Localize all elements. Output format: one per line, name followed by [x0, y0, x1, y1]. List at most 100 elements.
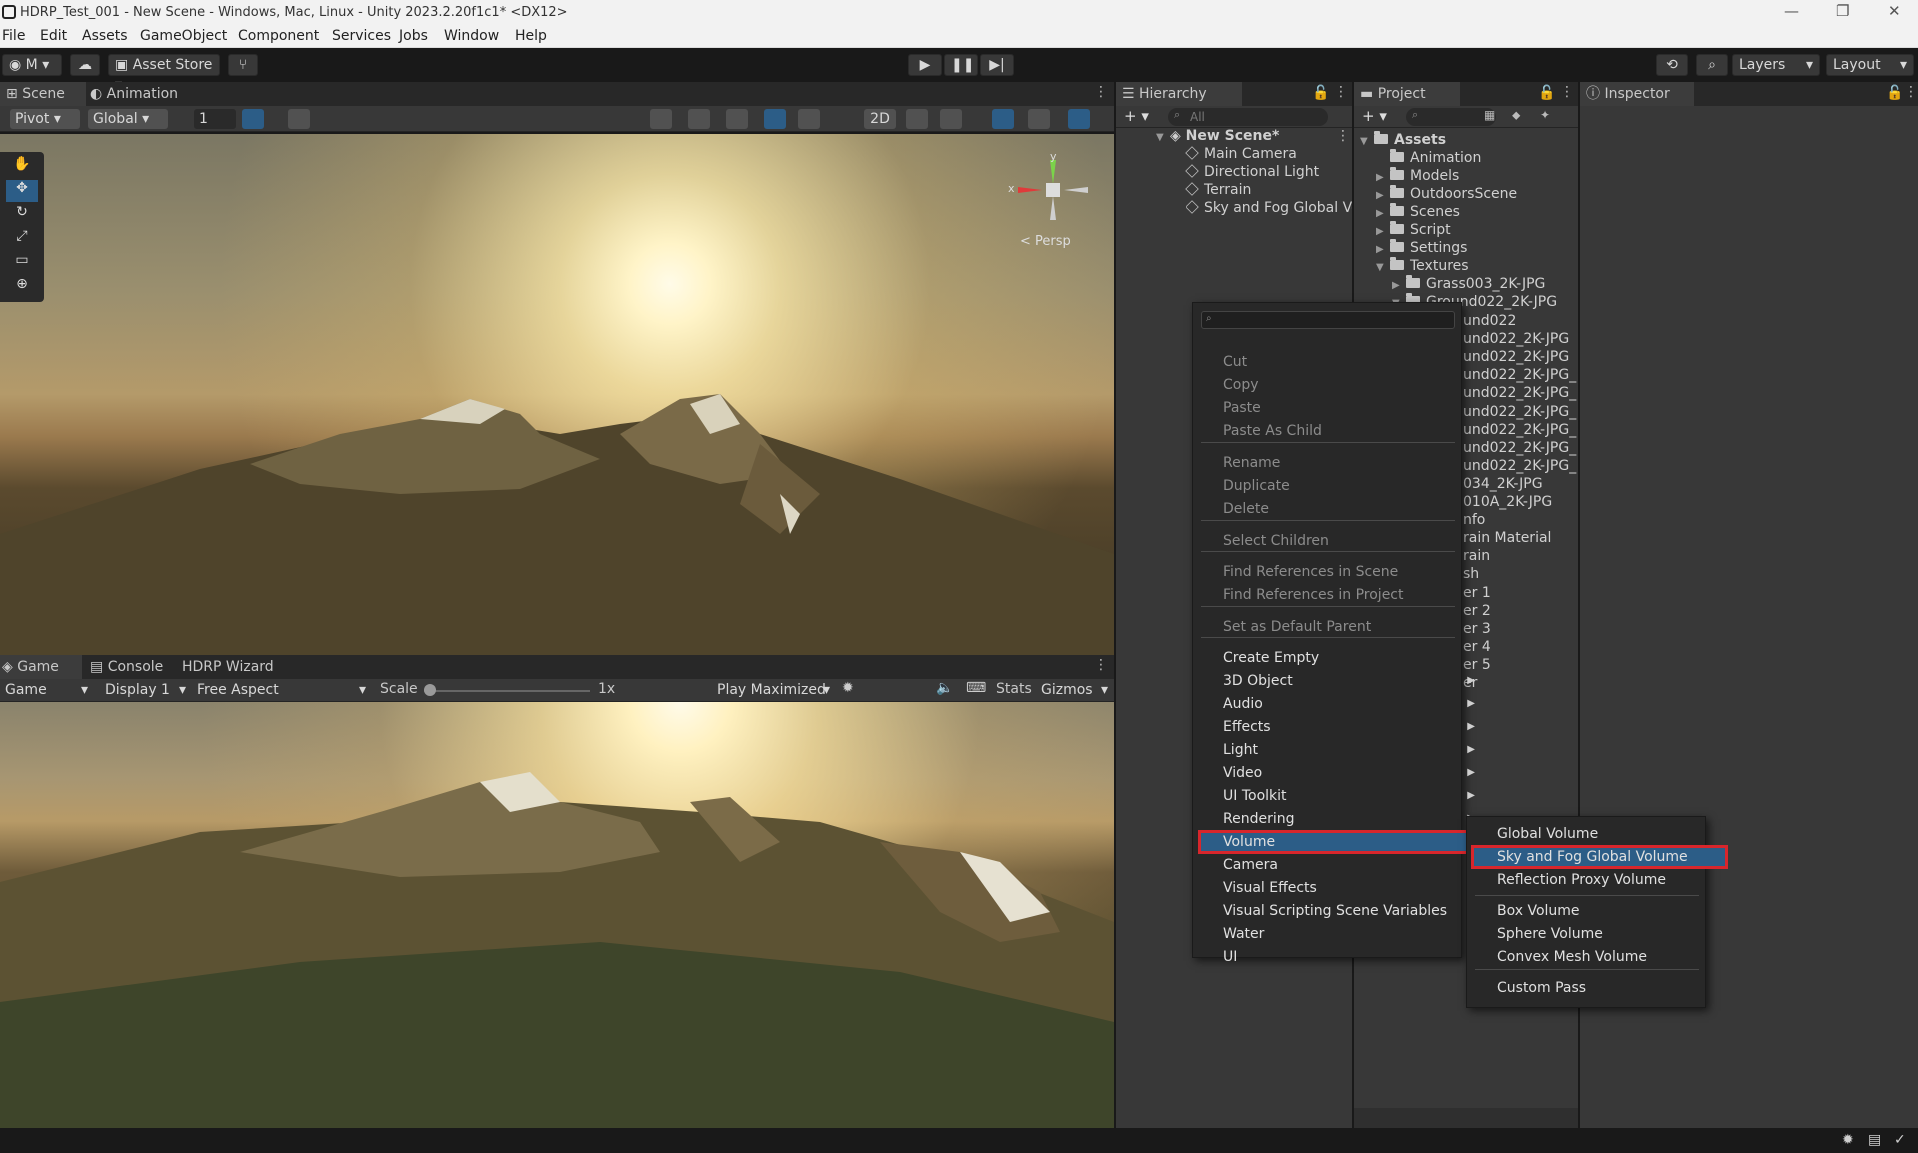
step-button[interactable]: ▶|	[980, 54, 1014, 76]
bug-icon[interactable]: ✹	[1842, 1132, 1854, 1148]
project-item[interactable]: und022_2K-JPG	[1463, 331, 1577, 347]
layers-dropdown[interactable]: Layers ▾	[1732, 54, 1820, 76]
menu-assets[interactable]: Assets	[82, 28, 128, 44]
aspect-dropdown[interactable]: Free Aspect ▾	[192, 680, 370, 700]
volume-menu-item-box-volume[interactable]: Box Volume	[1467, 900, 1735, 922]
context-menu-item-visual-scripting-scene-variables[interactable]: Visual Scripting Scene Variables	[1193, 900, 1485, 922]
scene-viewport[interactable]: ✋ ✥ ↻ ⤢ ▭ ⊕ y x < Persp	[0, 134, 1114, 655]
more-icon[interactable]: ⋮	[1560, 84, 1574, 100]
more-icon[interactable]: ⋮	[1334, 84, 1348, 100]
add-icon[interactable]: + ▾	[1362, 107, 1387, 125]
hierarchy-item[interactable]: Directional Light	[1185, 164, 1319, 180]
rotate-tool-icon[interactable]: ↻	[6, 204, 38, 226]
tab-hdrp-wizard[interactable]: HDRP Wizard	[176, 655, 286, 679]
volume-menu-item-reflection-proxy-volume[interactable]: Reflection Proxy Volume	[1467, 869, 1735, 891]
effects-toggle-icon[interactable]	[940, 109, 962, 129]
context-menu-search-input[interactable]: ⌕	[1201, 311, 1455, 329]
lock-icon[interactable]: 🔓	[1886, 85, 1903, 101]
shading-mixed-icon[interactable]	[688, 109, 710, 129]
project-search-input[interactable]	[1406, 108, 1496, 126]
context-menu-item-select-children[interactable]: Select Children	[1193, 530, 1485, 552]
favorite-icon[interactable]: ✦	[1540, 108, 1550, 122]
move-tool-icon[interactable]: ✥	[6, 180, 38, 202]
project-folder[interactable]: ▶ Scenes	[1376, 203, 1460, 220]
context-menu-item-ui[interactable]: UI▶	[1193, 946, 1485, 968]
minimize-icon[interactable]: —	[1784, 2, 1799, 20]
play-mode-dropdown[interactable]: Play Maximized ▾	[712, 680, 834, 700]
tab-game[interactable]: ◈ Game	[0, 655, 82, 679]
context-menu-item-3d-object[interactable]: 3D Object ▶	[1193, 670, 1485, 692]
asset-store-dropdown[interactable]: ▣ Asset Store ▾	[108, 54, 220, 93]
shading-wire-icon[interactable]	[650, 109, 672, 129]
context-menu-item-volume[interactable]: Volume▶	[1198, 830, 1486, 854]
more-icon[interactable]: ⋮	[1094, 657, 1108, 673]
tab-animation[interactable]: ◐ Animation	[84, 82, 200, 106]
cache-icon[interactable]: ▤	[1868, 1132, 1881, 1148]
project-folder[interactable]: ▼ Textures	[1376, 257, 1469, 274]
more-icon[interactable]: ⋮	[1904, 84, 1918, 100]
context-menu-item-find-references-in-scene[interactable]: Find References in Scene	[1193, 561, 1485, 583]
more-icon[interactable]: ⋮	[1094, 84, 1108, 100]
scale-tool-icon[interactable]: ⤢	[6, 228, 38, 250]
hierarchy-search-input[interactable]: All	[1168, 108, 1328, 126]
volume-menu-item-sphere-volume[interactable]: Sphere Volume	[1467, 923, 1735, 945]
version-control-button[interactable]: ⑂	[228, 54, 258, 76]
lock-icon[interactable]: 🔓	[1538, 85, 1555, 101]
context-menu-item-light[interactable]: Light ▶	[1193, 739, 1485, 761]
tab-scene[interactable]: ⊞ Scene	[0, 82, 86, 106]
mode-2d-button[interactable]: 2D	[864, 109, 896, 129]
pause-button[interactable]: ❚❚	[944, 54, 978, 76]
context-menu-item-copy[interactable]: Copy	[1193, 374, 1485, 396]
context-menu-item-visual-effects[interactable]: Visual Effects▶	[1193, 877, 1485, 899]
tab-inspector[interactable]: ⓘ Inspector	[1580, 82, 1694, 106]
scale-slider-handle[interactable]	[424, 684, 436, 696]
volume-menu-item-convex-mesh-volume[interactable]: Convex Mesh Volume	[1467, 946, 1735, 968]
game-view-dropdown[interactable]: Game ▾	[0, 680, 92, 700]
pivot-dropdown[interactable]: Pivot ▾	[10, 109, 80, 129]
context-menu-item-duplicate[interactable]: Duplicate	[1193, 475, 1485, 497]
play-button[interactable]: ▶	[908, 54, 942, 76]
undo-history-button[interactable]: ⟲	[1656, 54, 1688, 76]
menu-edit[interactable]: Edit	[40, 28, 67, 44]
hierarchy-item[interactable]: Terrain	[1185, 182, 1251, 198]
display-dropdown[interactable]: Display 1 ▾	[100, 680, 190, 700]
project-folder[interactable]: ▶ Script	[1376, 221, 1451, 238]
layout-dropdown[interactable]: Layout ▾	[1826, 54, 1914, 76]
project-folder[interactable]: ▶ OutdoorsScene	[1376, 185, 1517, 202]
game-viewport[interactable]	[0, 702, 1114, 1128]
persp-label[interactable]: < Persp	[1020, 234, 1071, 249]
volume-menu-item-global-volume[interactable]: Global Volume	[1467, 823, 1735, 845]
shading-lit-icon[interactable]	[764, 109, 786, 129]
scale-slider[interactable]	[424, 690, 590, 692]
context-menu-item-paste-as-child[interactable]: Paste As Child	[1193, 420, 1485, 442]
grid-snap-icon[interactable]	[288, 109, 310, 129]
context-menu-item-water[interactable]: Water▶	[1193, 923, 1485, 945]
cloud-button[interactable]: ☁	[70, 54, 100, 76]
transform-tool-icon[interactable]: ⊕	[6, 276, 38, 298]
project-item[interactable]: und022	[1463, 313, 1577, 329]
project-folder[interactable]: ▶ Grass003_2K-JPG	[1392, 275, 1545, 292]
context-menu-item-ui-toolkit[interactable]: UI Toolkit ▶	[1193, 785, 1485, 807]
context-menu-item-camera[interactable]: Camera	[1193, 854, 1485, 876]
stats-button[interactable]: Stats	[996, 681, 1032, 697]
add-icon[interactable]: + ▾	[1124, 107, 1149, 125]
lock-icon[interactable]: 🔓	[1312, 85, 1329, 101]
menu-help[interactable]: Help	[515, 28, 547, 44]
visibility-icon[interactable]	[992, 109, 1014, 129]
gizmos-dropdown[interactable]: Gizmos ▾	[1036, 680, 1112, 700]
context-menu-item-video[interactable]: Video ▶	[1193, 762, 1485, 784]
speaker-icon[interactable]: 🔈	[936, 680, 953, 696]
volume-menu-item-sky-and-fog-global-volume[interactable]: Sky and Fog Global Volume	[1471, 845, 1728, 869]
filter-type-icon[interactable]: ▦	[1484, 108, 1495, 122]
bug-icon[interactable]: ✹	[842, 680, 854, 696]
project-folder[interactable]: ▶ Settings	[1376, 239, 1467, 256]
filter-label-icon[interactable]: ⬥	[1512, 108, 1520, 123]
context-menu-item-set-as-default-parent[interactable]: Set as Default Parent	[1193, 616, 1485, 638]
global-dropdown[interactable]: Global ▾	[88, 109, 168, 129]
hand-tool-icon[interactable]: ✋	[6, 156, 38, 178]
project-folder[interactable]: ▶ Models	[1376, 167, 1459, 184]
close-icon[interactable]: ✕	[1888, 2, 1901, 20]
menu-file[interactable]: File	[2, 28, 25, 44]
volume-menu-item-custom-pass[interactable]: Custom Pass	[1467, 977, 1735, 999]
restore-icon[interactable]: ❐	[1836, 2, 1849, 20]
